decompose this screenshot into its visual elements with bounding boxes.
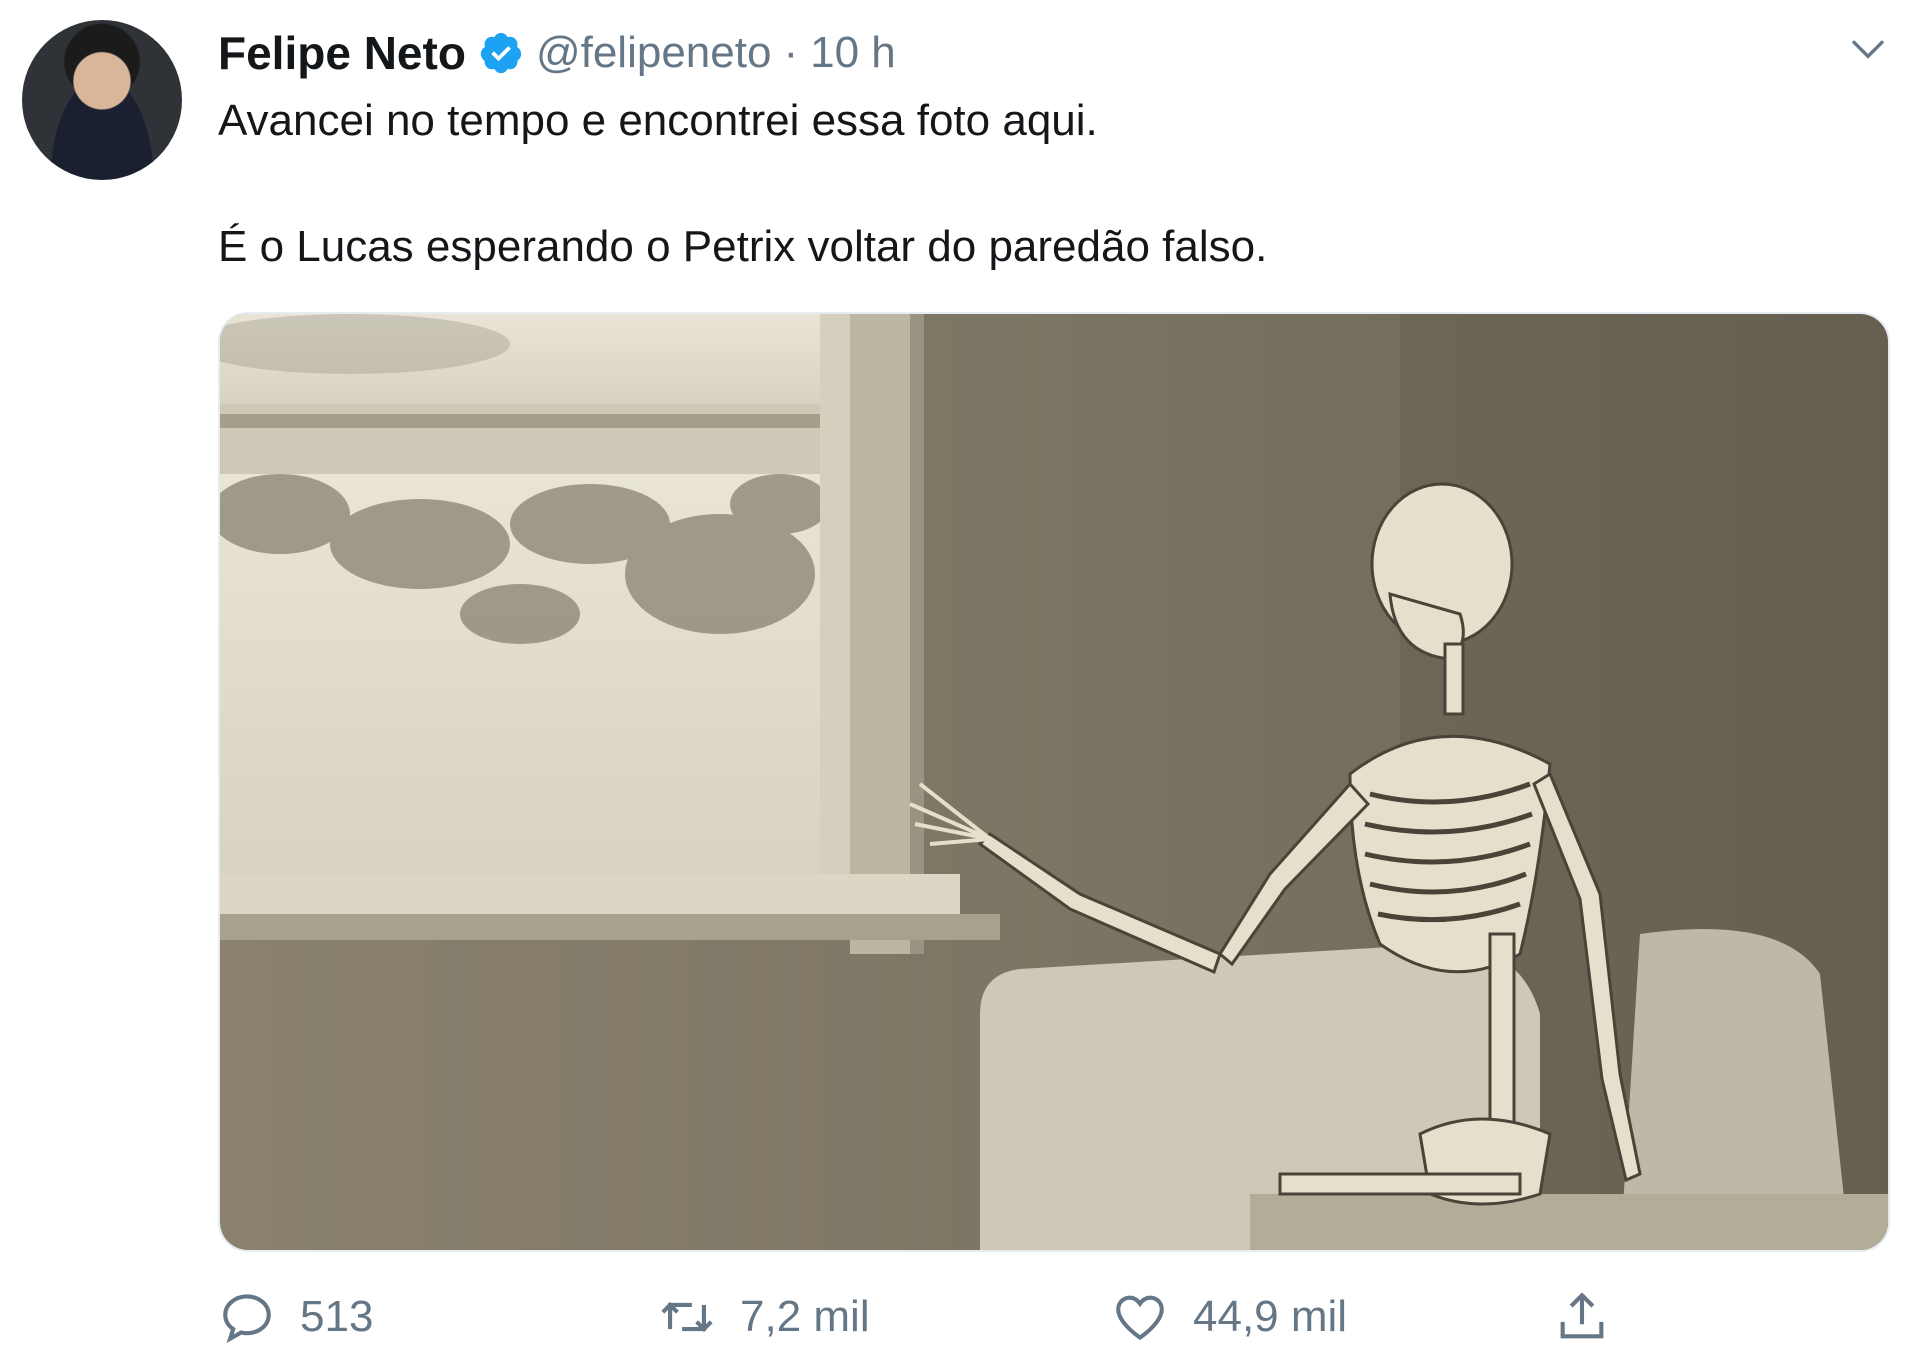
- author-handle[interactable]: @felipeneto: [536, 28, 772, 78]
- tweet-header: Felipe Neto @felipeneto · 10 h: [218, 22, 896, 84]
- reply-count: 513: [300, 1292, 374, 1341]
- reply-icon: [223, 1294, 271, 1344]
- avatar[interactable]: [22, 20, 182, 180]
- author-name[interactable]: Felipe Neto: [218, 26, 466, 80]
- chevron-down-icon[interactable]: [1848, 28, 1888, 68]
- verified-badge-icon: [480, 32, 522, 74]
- like-button[interactable]: 44,9 mil: [1111, 1285, 1347, 1349]
- share-icon: [1560, 1292, 1604, 1339]
- tweet-media-image[interactable]: [218, 312, 1890, 1252]
- share-button[interactable]: [1553, 1285, 1611, 1349]
- like-count: 44,9 mil: [1193, 1292, 1348, 1341]
- heart-icon: [1116, 1295, 1164, 1340]
- tweet-text-line-1: Avancei no tempo e encontrei essa foto a…: [218, 96, 1098, 145]
- tweet-timestamp[interactable]: 10 h: [810, 28, 896, 78]
- skeleton-photo: [220, 314, 1888, 1250]
- separator-dot: ·: [783, 28, 799, 77]
- retweet-icon: [661, 1302, 713, 1332]
- retweet-button[interactable]: 7,2 mil: [658, 1285, 870, 1349]
- tweet-text-line-2: É o Lucas esperando o Petrix voltar do p…: [218, 222, 1268, 271]
- tweet-actions: 513 7,2 mil 44,9 mil: [218, 1285, 1618, 1353]
- retweet-count: 7,2 mil: [740, 1292, 870, 1341]
- reply-button[interactable]: 513: [218, 1285, 373, 1349]
